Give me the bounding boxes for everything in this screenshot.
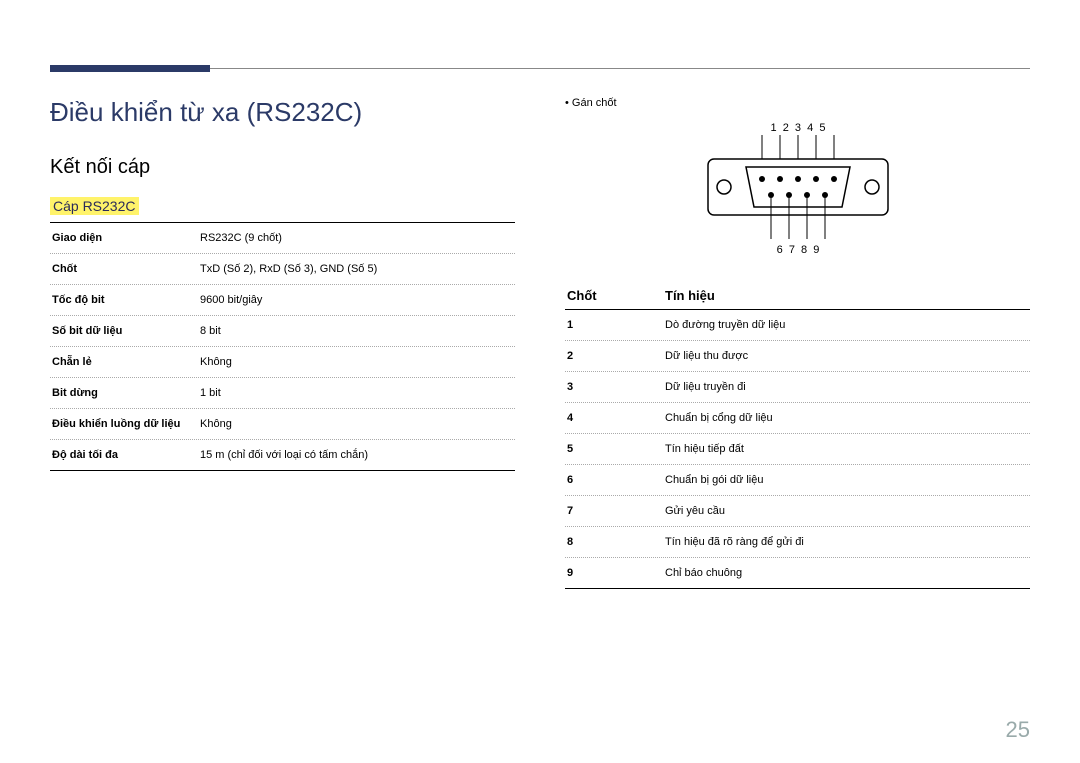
pin-signal: Dữ liệu thu được bbox=[665, 350, 748, 362]
document-page: Điều khiển từ xa (RS232C) Kết nối cáp Cá… bbox=[0, 0, 1080, 619]
spec-value: 8 bit bbox=[200, 325, 515, 337]
table-row: 1Dò đường truyền dữ liệu bbox=[565, 310, 1030, 341]
left-column: Điều khiển từ xa (RS232C) Kết nối cáp Cá… bbox=[50, 97, 515, 589]
spec-value: 1 bit bbox=[200, 387, 515, 399]
pin-signal: Dữ liệu truyền đi bbox=[665, 381, 746, 393]
table-row: 4Chuẩn bị cổng dữ liệu bbox=[565, 403, 1030, 434]
spec-value: RS232C (9 chốt) bbox=[200, 232, 515, 244]
pin-signal: Tín hiệu đã rõ ràng để gửi đi bbox=[665, 536, 804, 548]
pin-number: 1 bbox=[565, 319, 665, 331]
spec-value: 15 m (chỉ đối với loại có tấm chắn) bbox=[200, 449, 515, 461]
pin-signal: Chỉ báo chuông bbox=[665, 567, 742, 579]
pin-number: 3 bbox=[565, 381, 665, 393]
table-row: 7Gửi yêu cầu bbox=[565, 496, 1030, 527]
spec-key: Chốt bbox=[50, 263, 200, 275]
pin-signal: Chuẩn bị cổng dữ liệu bbox=[665, 412, 773, 424]
table-row: Điều khiển luồng dữ liệuKhông bbox=[50, 409, 515, 440]
pin-signal-table: Chốt Tín hiệu 1Dò đường truyền dữ liệu2D… bbox=[565, 282, 1030, 589]
col-header-pin: Chốt bbox=[565, 288, 665, 303]
connector-diagram: 1 2 3 4 5 6 7 8 9 bbox=[565, 119, 1030, 264]
pin-signal: Chuẩn bị gói dữ liệu bbox=[665, 474, 763, 486]
table-row: Độ dài tối đa15 m (chỉ đối với loại có t… bbox=[50, 440, 515, 471]
spec-value: Không bbox=[200, 356, 515, 368]
pin-number: 6 bbox=[565, 474, 665, 486]
two-column-layout: Điều khiển từ xa (RS232C) Kết nối cáp Cá… bbox=[50, 97, 1030, 589]
spec-key: Tốc độ bit bbox=[50, 294, 200, 306]
table-row: 6Chuẩn bị gói dữ liệu bbox=[565, 465, 1030, 496]
table-header: Chốt Tín hiệu bbox=[565, 282, 1030, 310]
pin-number: 8 bbox=[565, 536, 665, 548]
table-row: Bit dừng1 bit bbox=[50, 378, 515, 409]
pin-signal: Dò đường truyền dữ liệu bbox=[665, 319, 785, 331]
spec-key: Độ dài tối đa bbox=[50, 449, 200, 461]
section-heading: Kết nối cáp bbox=[50, 156, 515, 179]
bottom-pin-numbers: 6 7 8 9 bbox=[776, 244, 819, 256]
page-number: 25 bbox=[1006, 717, 1030, 743]
page-title: Điều khiển từ xa (RS232C) bbox=[50, 97, 515, 128]
top-pin-numbers: 1 2 3 4 5 bbox=[770, 122, 825, 134]
table-row: Chẵn lẻKhông bbox=[50, 347, 515, 378]
spec-value: Không bbox=[200, 418, 515, 430]
db9-connector-icon: 1 2 3 4 5 6 7 8 9 bbox=[698, 119, 898, 259]
pin-number: 2 bbox=[565, 350, 665, 362]
spec-key: Chẵn lẻ bbox=[50, 356, 200, 368]
table-row: Số bit dữ liệu8 bit bbox=[50, 316, 515, 347]
header-rule bbox=[50, 68, 1030, 69]
table-row: Tốc độ bit9600 bit/giây bbox=[50, 285, 515, 316]
spec-value: TxD (Số 2), RxD (Số 3), GND (Số 5) bbox=[200, 263, 515, 275]
pin-number: 9 bbox=[565, 567, 665, 579]
table-row: 5Tín hiệu tiếp đất bbox=[565, 434, 1030, 465]
pin-signal: Gửi yêu cầu bbox=[665, 505, 725, 517]
table-row: 9Chỉ báo chuông bbox=[565, 558, 1030, 589]
spec-key: Bit dừng bbox=[50, 387, 200, 399]
spec-key: Giao diện bbox=[50, 232, 200, 244]
pin-signal: Tín hiệu tiếp đất bbox=[665, 443, 744, 455]
spec-table: Giao diệnRS232C (9 chốt)ChốtTxD (Số 2), … bbox=[50, 222, 515, 471]
pin-number: 4 bbox=[565, 412, 665, 424]
table-row: 2Dữ liệu thu được bbox=[565, 341, 1030, 372]
table-row: Giao diệnRS232C (9 chốt) bbox=[50, 223, 515, 254]
pin-number: 7 bbox=[565, 505, 665, 517]
spec-key: Số bit dữ liệu bbox=[50, 325, 200, 337]
pin-number: 5 bbox=[565, 443, 665, 455]
col-header-signal: Tín hiệu bbox=[665, 288, 715, 303]
pin-assignment-label: Gán chốt bbox=[565, 97, 1030, 109]
spec-value: 9600 bit/giây bbox=[200, 294, 515, 306]
table-row: 8Tín hiệu đã rõ ràng để gửi đi bbox=[565, 527, 1030, 558]
table-row: ChốtTxD (Số 2), RxD (Số 3), GND (Số 5) bbox=[50, 254, 515, 285]
cable-label: Cáp RS232C bbox=[50, 197, 139, 215]
table-row: 3Dữ liệu truyền đi bbox=[565, 372, 1030, 403]
spec-key: Điều khiển luồng dữ liệu bbox=[50, 418, 200, 430]
right-column: Gán chốt 1 2 3 4 5 bbox=[565, 97, 1030, 589]
